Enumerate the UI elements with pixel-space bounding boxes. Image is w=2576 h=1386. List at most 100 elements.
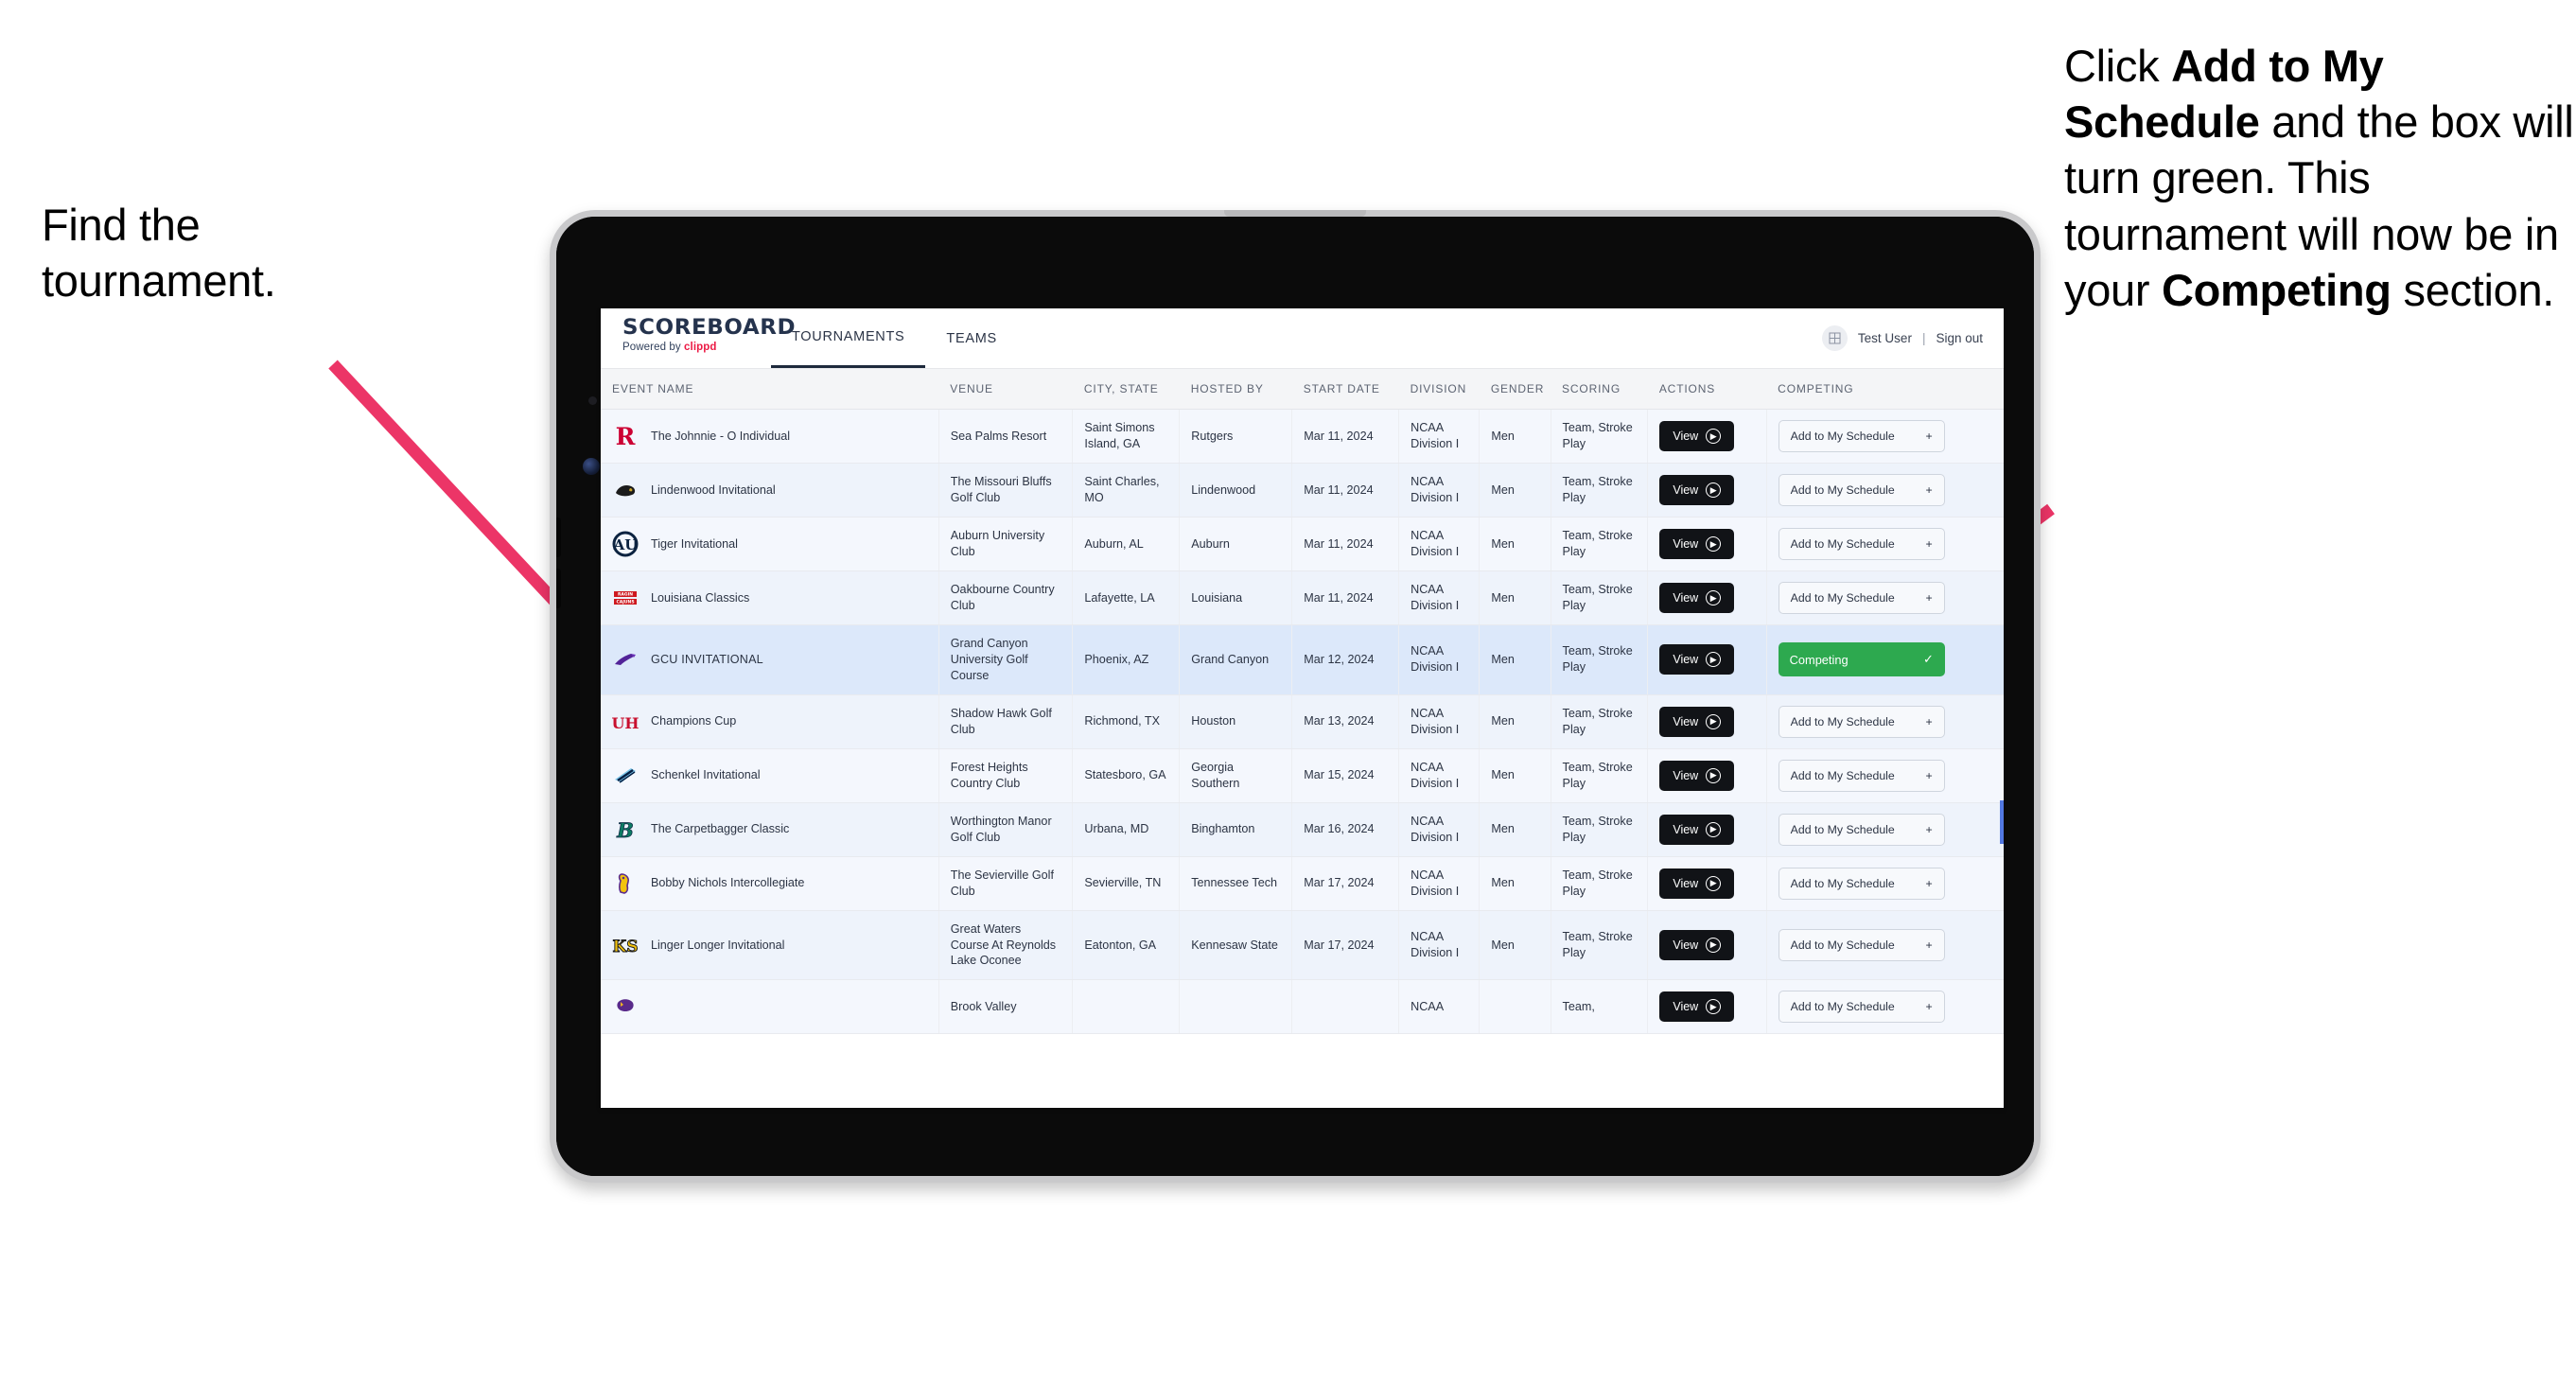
view-button[interactable]: View ▶ — [1659, 583, 1735, 613]
view-button[interactable]: View ▶ — [1659, 760, 1735, 791]
cell-venue: Sea Palms Resort — [938, 409, 1074, 464]
arrow-right-circle-icon: ▶ — [1706, 937, 1722, 953]
arrow-right-circle-icon: ▶ — [1706, 536, 1722, 552]
cell-scoring: Team, Stroke Play — [1551, 748, 1649, 803]
cell-city-state: Auburn, AL — [1072, 517, 1181, 571]
add-to-my-schedule-button[interactable]: Add to My Schedule + — [1778, 474, 1945, 506]
table-row[interactable]: Lindenwood Invitational The Missouri Bluf… — [601, 463, 2004, 518]
cell-venue: Forest Heights Country Club — [938, 748, 1074, 803]
cell-venue: Auburn University Club — [938, 517, 1074, 571]
tab-tournaments[interactable]: TOURNAMENTS — [771, 308, 926, 368]
vertical-scrollbar[interactable] — [2000, 800, 2004, 844]
cell-hosted-by: Auburn — [1179, 517, 1293, 571]
cell-gender: Men — [1479, 802, 1551, 857]
table-row[interactable]: UH Champions Cup Shadow Hawk Golf Club Rich… — [601, 694, 2004, 749]
app-screen: SCOREBOARD Powered by clippd TOURNAMENTS… — [601, 308, 2004, 1108]
volume-up-button[interactable] — [556, 518, 561, 557]
svg-text:R: R — [616, 423, 636, 449]
cell-gender: Men — [1479, 694, 1551, 749]
table-row[interactable]: GCU INVITATIONAL Grand Canyon University … — [601, 624, 2004, 695]
view-button-label: View — [1673, 714, 1699, 728]
brand-logo[interactable]: SCOREBOARD Powered by clippd — [601, 308, 797, 368]
cell-actions: View ▶ — [1647, 856, 1767, 911]
column-header-hosted-by: HOSTED BY — [1179, 369, 1292, 410]
add-to-my-schedule-button[interactable]: Add to My Schedule + — [1778, 582, 1945, 614]
cell-scoring: Team, Stroke Play — [1551, 463, 1649, 518]
add-to-my-schedule-button[interactable]: Add to My Schedule + — [1778, 928, 1945, 961]
cell-city-state: Saint Simons Island, GA — [1072, 409, 1181, 464]
brand-name: SCOREBOARD — [622, 315, 797, 340]
svg-text:RAGIN: RAGIN — [618, 592, 633, 598]
view-button[interactable]: View ▶ — [1659, 706, 1735, 737]
add-to-my-schedule-button[interactable]: Add to My Schedule + — [1778, 528, 1945, 560]
team-logo-auburn-au-logo: AU — [612, 531, 639, 557]
sign-out-link[interactable]: Sign out — [1936, 331, 1983, 345]
add-to-my-schedule-label: Add to My Schedule — [1790, 537, 1895, 551]
view-button[interactable]: View ▶ — [1659, 814, 1735, 845]
add-to-my-schedule-button[interactable]: Add to My Schedule + — [1778, 420, 1945, 452]
table-row[interactable]: RAGIN CAJUNS Louisiana Classics Oakbourne C… — [601, 570, 2004, 625]
view-button[interactable]: View ▶ — [1659, 991, 1735, 1023]
add-to-my-schedule-button[interactable]: Add to My Schedule + — [1778, 813, 1945, 846]
cell-competing: Add to My Schedule + — [1766, 694, 2004, 749]
cell-hosted-by: Louisiana — [1179, 570, 1293, 625]
cell-actions: View ▶ — [1647, 694, 1767, 749]
table-row[interactable]: Brook Valley NCAA Team, View ▶ Add to My Sche… — [601, 979, 2004, 1035]
add-to-my-schedule-button[interactable]: Add to My Schedule + — [1778, 867, 1945, 900]
view-button-label: View — [1673, 591, 1699, 605]
brand-tagline: Powered by clippd — [622, 342, 771, 353]
cell-event-name: KS Linger Longer Invitational — [601, 910, 939, 981]
plus-icon: + — [1925, 430, 1933, 443]
cell-scoring: Team, Stroke Play — [1551, 856, 1649, 911]
volume-down-button[interactable] — [556, 569, 561, 608]
cell-division: NCAA Division I — [1398, 517, 1481, 571]
competing-button-label: Competing — [1789, 652, 1849, 667]
view-button[interactable]: View ▶ — [1659, 475, 1735, 505]
cell-event-name: Bobby Nichols Intercollegiate — [601, 856, 939, 911]
add-to-my-schedule-button[interactable]: Add to My Schedule + — [1778, 759, 1945, 792]
cell-gender: Men — [1479, 517, 1551, 571]
cell-actions: View ▶ — [1647, 748, 1767, 803]
table-row[interactable]: R The Johnnie - O Individual Sea Palms Res… — [601, 409, 2004, 464]
svg-text:UH: UH — [612, 714, 639, 732]
table-row[interactable]: KS Linger Longer Invitational Great Waters… — [601, 910, 2004, 981]
grid-icon[interactable] — [1821, 325, 1848, 351]
plus-icon: + — [1925, 483, 1933, 497]
view-button-label: View — [1673, 768, 1699, 782]
tab-teams-label: TEAMS — [946, 330, 997, 346]
event-name-text: Louisiana Classics — [651, 590, 750, 605]
plus-icon: + — [1925, 876, 1933, 890]
add-to-my-schedule-button[interactable]: Add to My Schedule + — [1778, 991, 1945, 1024]
cell-division: NCAA Division I — [1398, 856, 1481, 911]
annotation-left: Find the tournament. — [42, 197, 448, 308]
view-button-label: View — [1673, 822, 1699, 836]
arrow-right-circle-icon: ▶ — [1706, 713, 1722, 729]
view-button-label: View — [1673, 1000, 1699, 1014]
camera-dot-icon — [588, 396, 597, 405]
tablet-screen-bezel: SCOREBOARD Powered by clippd TOURNAMENTS… — [556, 217, 2034, 1176]
cell-city-state: Sevierville, TN — [1072, 856, 1181, 911]
view-button-label: View — [1673, 653, 1699, 667]
event-name-text: Linger Longer Invitational — [651, 938, 785, 952]
view-button[interactable]: View ▶ — [1659, 929, 1735, 960]
table-row[interactable]: B The Carpetbagger Classic Worthington Man… — [601, 802, 2004, 857]
cell-venue: Grand Canyon University Golf Course — [938, 624, 1074, 695]
column-header-city-state: CITY, STATE — [1072, 369, 1180, 410]
add-to-my-schedule-button[interactable]: Add to My Schedule + — [1778, 705, 1945, 738]
cell-gender: Men — [1479, 624, 1551, 695]
view-button[interactable]: View ▶ — [1659, 644, 1735, 675]
plus-icon: + — [1925, 591, 1933, 605]
view-button[interactable]: View ▶ — [1659, 421, 1735, 451]
table-row[interactable]: Schenkel Invitational Forest Heights Coun… — [601, 748, 2004, 803]
cell-actions: View ▶ — [1647, 910, 1767, 981]
competing-button[interactable]: Competing ✓ — [1778, 642, 1945, 677]
table-row[interactable]: Bobby Nichols Intercollegiate The Sevierv… — [601, 856, 2004, 911]
table-row[interactable]: AU Tiger Invitational Auburn University Cl… — [601, 517, 2004, 571]
view-button[interactable]: View ▶ — [1659, 529, 1735, 559]
cell-start-date: Mar 17, 2024 — [1291, 910, 1400, 981]
arrow-right-circle-icon: ▶ — [1706, 429, 1722, 444]
tournaments-table: EVENT NAME VENUE CITY, STATE HOSTED BY START… — [601, 369, 2004, 1035]
cell-event-name: RAGIN CAJUNS Louisiana Classics — [601, 570, 939, 625]
view-button[interactable]: View ▶ — [1659, 868, 1735, 899]
tab-teams[interactable]: TEAMS — [925, 308, 1017, 368]
